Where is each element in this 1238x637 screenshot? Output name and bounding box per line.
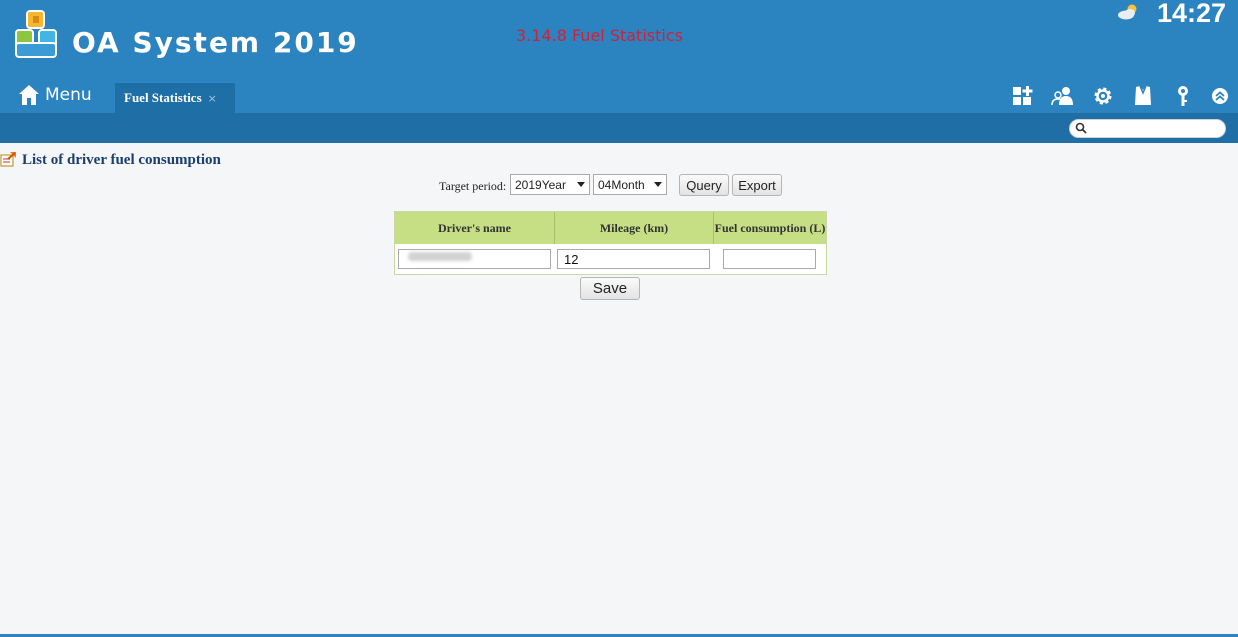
- key-icon[interactable]: [1171, 85, 1195, 107]
- menu-label: Menu: [45, 85, 92, 105]
- query-button[interactable]: Query: [679, 174, 729, 196]
- add-widget-icon[interactable]: [1011, 85, 1035, 107]
- column-header-mileage: Mileage (km): [555, 212, 714, 244]
- home-icon: [19, 85, 39, 105]
- sub-toolbar: [0, 113, 1238, 143]
- year-select[interactable]: 2019Year: [510, 174, 590, 195]
- tab-close-icon[interactable]: ×: [208, 92, 217, 105]
- chevron-down-icon: [654, 182, 662, 187]
- clock: 14:27: [1157, 0, 1227, 28]
- menu-button[interactable]: Menu: [18, 82, 92, 108]
- export-button[interactable]: Export: [732, 174, 782, 196]
- tab-label: Fuel Statistics: [124, 90, 202, 105]
- redacted-driver-name: [408, 252, 472, 261]
- target-period-label: Target period:: [439, 179, 507, 193]
- column-header-fuel: Fuel consumption (L): [714, 212, 826, 244]
- gear-icon[interactable]: [1091, 85, 1115, 107]
- user-group-icon[interactable]: [1051, 85, 1075, 107]
- collapse-up-icon[interactable]: [1208, 85, 1232, 107]
- column-header-driver: Driver's name: [395, 212, 555, 244]
- search-icon: [1075, 122, 1087, 134]
- partly-cloudy-icon: [1118, 4, 1137, 20]
- page-caption: 3.14.8 Fuel Statistics: [516, 26, 683, 45]
- section-title: List of driver fuel consumption: [22, 152, 221, 168]
- edit-list-icon: [0, 152, 16, 167]
- search-input[interactable]: [1090, 121, 1220, 136]
- month-select-value: 04Month: [598, 177, 645, 192]
- chevron-down-icon: [577, 182, 585, 187]
- month-select[interactable]: 04Month: [593, 174, 667, 195]
- year-select-value: 2019Year: [515, 177, 566, 192]
- mileage-field[interactable]: [557, 249, 710, 269]
- fuel-consumption-field[interactable]: [723, 249, 816, 269]
- app-header: OA System 2019 3.14.8 Fuel Statistics 14…: [0, 0, 1238, 113]
- app-logo-icon: [15, 10, 57, 58]
- tab-fuel-statistics[interactable]: Fuel Statistics ×: [115, 83, 235, 113]
- shirt-icon[interactable]: [1131, 85, 1155, 107]
- save-button[interactable]: Save: [580, 277, 640, 300]
- app-title: OA System 2019: [72, 26, 359, 59]
